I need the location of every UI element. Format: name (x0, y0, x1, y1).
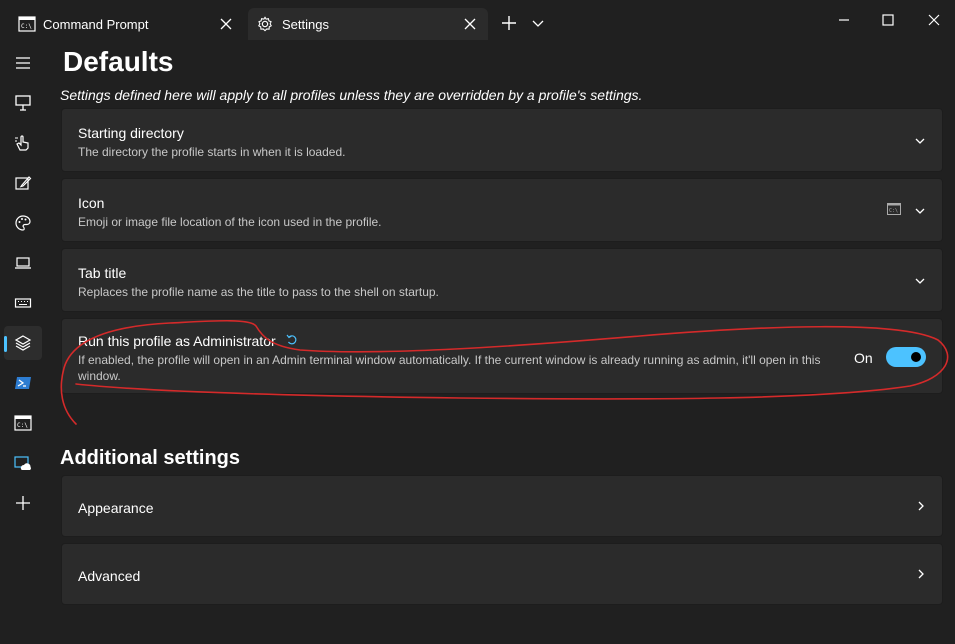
sidebar-item-defaults[interactable] (4, 326, 42, 360)
palette-icon (15, 215, 31, 231)
powershell-icon (15, 377, 31, 389)
section-title: Additional settings (60, 447, 240, 469)
tab-command-prompt[interactable]: C:\ Command Prompt (8, 8, 244, 40)
minimize-icon[interactable] (834, 10, 854, 30)
sidebar-item-command-prompt[interactable]: C:\ (4, 406, 42, 440)
plus-icon[interactable] (500, 14, 518, 32)
setting-description-continued: window. (78, 369, 121, 383)
sidebar-item-actions[interactable] (4, 286, 42, 320)
hamburger-menu-button[interactable] (4, 46, 42, 80)
svg-text:C:\: C:\ (17, 422, 28, 429)
setting-title: Tab title (78, 265, 127, 281)
tab-label: Command Prompt (43, 17, 149, 32)
setting-starting-directory[interactable]: Starting directory The directory the pro… (61, 108, 943, 172)
setting-icon[interactable]: Icon Emoji or image file location of the… (61, 178, 943, 242)
add-profile-button[interactable] (4, 486, 42, 520)
setting-title: Starting directory (78, 125, 184, 141)
tab-settings[interactable]: Settings (248, 8, 488, 40)
gear-icon (258, 16, 272, 32)
title-bar: C:\ Command Prompt Settings (0, 0, 955, 40)
hand-pointer-icon (15, 135, 29, 151)
hamburger-icon (16, 57, 30, 69)
svg-text:C:\: C:\ (21, 23, 32, 30)
setting-run-as-admin: Run this profile as Administrator If ena… (61, 318, 943, 394)
keyboard-icon (14, 298, 32, 308)
cloud-shell-icon (14, 456, 31, 470)
sidebar-item-color-schemes[interactable] (4, 206, 42, 240)
sidebar-item-startup[interactable] (4, 86, 42, 120)
nav-card-label: Advanced (78, 568, 141, 584)
cmd-icon: C:\ (887, 203, 901, 215)
plus-icon (16, 496, 30, 510)
chevron-down-icon[interactable] (913, 204, 927, 218)
sidebar-item-appearance[interactable] (4, 166, 42, 200)
chevron-down-icon[interactable] (913, 274, 927, 288)
sidebar-item-rendering[interactable] (4, 246, 42, 280)
sidebar-item-interaction[interactable] (4, 126, 42, 160)
edit-icon (15, 176, 32, 190)
svg-text:C:\: C:\ (889, 208, 898, 214)
sidebar-item-powershell[interactable] (4, 366, 42, 400)
close-icon[interactable] (462, 16, 478, 32)
chevron-down-icon[interactable] (530, 16, 546, 30)
nav-card-advanced[interactable]: Advanced (61, 543, 943, 605)
setting-title: Icon (78, 195, 105, 211)
sidebar: C:\ (0, 40, 46, 644)
layers-icon (14, 335, 32, 351)
cmd-icon: C:\ (18, 16, 36, 32)
chevron-down-icon[interactable] (913, 134, 927, 148)
laptop-icon (15, 257, 31, 269)
setting-description: Emoji or image file location of the icon… (78, 215, 382, 229)
chevron-right-icon (918, 569, 924, 579)
toggle-state-label: On (854, 350, 873, 366)
close-icon[interactable] (218, 16, 234, 32)
tab-label: Settings (282, 17, 329, 32)
maximize-icon[interactable] (878, 10, 898, 30)
toggle-knob (911, 352, 921, 362)
reset-icon[interactable] (286, 334, 298, 346)
page-title: Defaults (63, 46, 174, 77)
nav-card-appearance[interactable]: Appearance (61, 475, 943, 537)
setting-title: Run this profile as Administrator (78, 333, 276, 349)
chevron-right-icon (918, 501, 924, 511)
setting-tab-title[interactable]: Tab title Replaces the profile name as t… (61, 248, 943, 312)
cmd-icon: C:\ (14, 415, 32, 431)
run-as-admin-toggle[interactable] (886, 347, 926, 367)
selection-indicator (4, 336, 7, 352)
nav-card-label: Appearance (78, 500, 154, 516)
setting-description: The directory the profile starts in when… (78, 145, 346, 159)
setting-description: Replaces the profile name as the title t… (78, 285, 439, 299)
sidebar-item-azure-cloud-shell[interactable] (4, 446, 42, 480)
page-description: Settings defined here will apply to all … (60, 87, 643, 103)
startup-icon (15, 95, 31, 111)
setting-description: If enabled, the profile will open in an … (78, 353, 821, 367)
close-window-icon[interactable] (924, 10, 944, 30)
